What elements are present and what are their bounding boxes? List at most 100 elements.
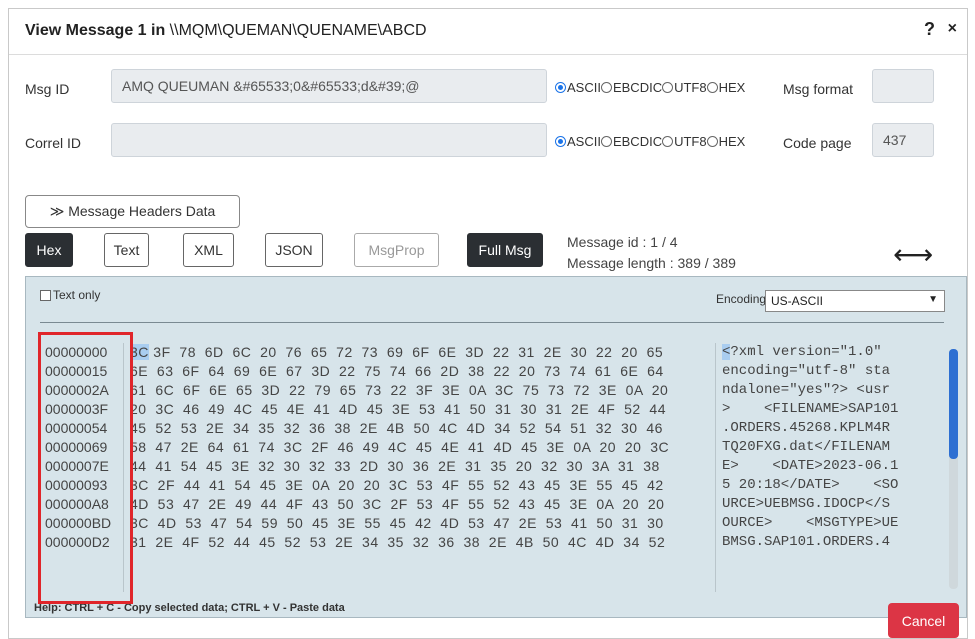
hex-row[interactable]: 61 6C 6F 6E 65 3D 22 79 65 73 22 3F 3E 0… <box>128 381 711 400</box>
help-text: Help: CTRL + C - Copy selected data; CTR… <box>34 602 345 614</box>
selected-byte[interactable]: 3C <box>130 344 149 360</box>
ascii-row[interactable]: 5 20:18</DATE> <SO <box>722 476 948 495</box>
msgprop-view-button[interactable]: MsgProp <box>354 233 439 267</box>
json-view-button[interactable]: JSON <box>265 233 323 267</box>
radio-ascii[interactable]: ASCII <box>555 80 601 95</box>
offset-row: 00000093 <box>45 477 108 493</box>
offset-column: 00000000 00000015 0000002A 0000003F 00000054… <box>41 343 124 592</box>
encoding-select[interactable]: US-ASCII ▼ <box>765 290 945 312</box>
offset-row: 00000000 <box>45 344 108 360</box>
ascii-row[interactable]: URCE>UEBMSG.IDOCP</S <box>722 495 948 514</box>
radio-hex[interactable]: HEX <box>706 80 746 95</box>
hex-row[interactable]: 4D 53 47 2E 49 44 4F 43 50 3C 2F 53 4F 5… <box>128 495 711 514</box>
hex-row-text: 3F 78 6D 6C 20 76 65 72 73 69 6F 6E 3D 2… <box>148 344 664 360</box>
msg-id-label: Msg ID <box>25 81 70 97</box>
dialog-title-prefix: View Message 1 in <box>25 22 170 39</box>
offset-row: 0000002A <box>45 382 109 398</box>
offset-row: 0000003F <box>45 401 109 417</box>
ascii-column[interactable]: <?xml version="1.0" encoding="utf-8" sta n… <box>715 343 948 592</box>
radio-ebcdic[interactable]: EBCDIC <box>600 80 663 95</box>
msg-id-encoding-radios: ASCII EBCDIC UTF8 HEX <box>555 80 745 95</box>
radio-label: EBCDIC <box>612 134 663 149</box>
radio-hex[interactable]: HEX <box>706 134 745 149</box>
radio-label: ASCII <box>567 134 601 149</box>
offset-row: 000000BD <box>45 515 112 531</box>
offset-row: 00000054 <box>45 420 108 436</box>
radio-utf8[interactable]: UTF8 <box>662 134 707 149</box>
message-headers-button[interactable]: ≫ Message Headers Data <box>25 195 240 228</box>
code-page-field[interactable]: 437 <box>872 123 934 157</box>
hex-row[interactable]: 45 52 53 2E 34 35 32 36 38 2E 4B 50 4C 4… <box>128 419 711 438</box>
hex-row[interactable]: 58 47 2E 64 61 74 3C 2F 46 49 4C 45 4E 4… <box>128 438 711 457</box>
scrollbar-thumb[interactable] <box>949 349 958 459</box>
ascii-row[interactable]: BMSG.SAP101.ORDERS.4 <box>722 533 948 552</box>
ascii-row[interactable]: ndalone="yes"?> <usr <box>722 381 948 400</box>
ascii-row[interactable]: OURCE> <MSGTYPE>UE <box>722 514 948 533</box>
ascii-row[interactable]: .ORDERS.45268.KPLM4R <box>722 419 948 438</box>
ascii-row[interactable]: > <FILENAME>SAP101 <box>722 400 948 419</box>
radio-label: UTF8 <box>674 134 707 149</box>
radio-label: HEX <box>718 80 746 95</box>
hex-row[interactable]: 3C 2F 44 41 54 45 3E 0A 20 20 3C 53 4F 5… <box>128 476 711 495</box>
hex-row[interactable]: 3C 3F 78 6D 6C 20 76 65 72 73 69 6F 6E 3… <box>128 343 711 362</box>
radio-icon <box>662 136 674 147</box>
hex-panel: Text only Encoding: US-ASCII ▼ 00000000 00… <box>25 276 967 618</box>
offset-row: 000000A8 <box>45 496 109 512</box>
radio-selected-icon <box>555 136 566 147</box>
hex-row[interactable]: 6E 63 6F 64 69 6E 67 3D 22 75 74 66 2D 3… <box>128 362 711 381</box>
radio-label: ASCII <box>567 80 601 95</box>
text-view-button[interactable]: Text <box>104 233 149 267</box>
radio-icon <box>662 82 674 93</box>
radio-label: UTF8 <box>674 80 707 95</box>
hex-row[interactable]: 20 3C 46 49 4C 45 4E 41 4D 45 3E 53 41 5… <box>128 400 711 419</box>
correl-id-label: Correl ID <box>25 135 82 151</box>
full-msg-button[interactable]: Full Msg <box>467 233 543 267</box>
hex-row[interactable]: 44 41 54 45 3E 32 30 32 33 2D 30 36 2E 3… <box>128 457 711 476</box>
text-only-label: Text only <box>53 288 101 302</box>
correl-id-field[interactable] <box>111 123 547 157</box>
message-id-text: Message id : 1 / 4 <box>567 234 678 250</box>
help-icon[interactable]: ? <box>924 19 935 40</box>
cancel-button[interactable]: Cancel <box>888 603 959 638</box>
radio-icon <box>706 136 718 147</box>
offset-row: 00000069 <box>45 439 108 455</box>
hex-row[interactable]: 3C 4D 53 47 54 59 50 45 3E 55 45 42 4D 5… <box>128 514 711 533</box>
dialog-title: View Message 1 in \\MQM\QUEMAN\QUENAME\A… <box>25 22 427 40</box>
code-page-label: Code page <box>783 135 852 151</box>
msg-format-label: Msg format <box>783 81 854 97</box>
close-icon[interactable]: × <box>948 20 957 38</box>
radio-ascii[interactable]: ASCII <box>555 134 601 149</box>
radio-icon <box>600 136 612 147</box>
ascii-row[interactable]: E> <DATE>2023-06.1 <box>722 457 948 476</box>
navigate-arrows-icon[interactable]: ⟷ <box>893 241 933 269</box>
hex-row[interactable]: 31 2E 4F 52 44 45 52 53 2E 34 35 32 36 3… <box>128 533 711 552</box>
ascii-row[interactable]: encoding="utf-8" sta <box>722 362 948 381</box>
message-length-text: Message length : 389 / 389 <box>567 255 736 271</box>
offset-row: 000000D2 <box>45 534 110 550</box>
encoding-select-value: US-ASCII <box>771 294 824 308</box>
hex-column[interactable]: 3C 3F 78 6D 6C 20 76 65 72 73 69 6F 6E 3… <box>128 343 711 592</box>
correl-id-encoding-radios: ASCII EBCDIC UTF8 HEX <box>555 134 745 149</box>
radio-ebcdic[interactable]: EBCDIC <box>600 134 663 149</box>
chevron-down-icon: ▼ <box>928 294 938 305</box>
hex-view-button[interactable]: Hex <box>25 233 73 267</box>
msg-id-field[interactable]: AMQ QUEUMAN &#65533;0&#65533;d&#39;@ <box>111 69 547 103</box>
message-info: Message id : 1 / 4 Message length : 389 … <box>567 232 736 274</box>
xml-view-button[interactable]: XML <box>183 233 234 267</box>
radio-icon <box>706 82 718 93</box>
view-message-dialog: View Message 1 in \\MQM\QUEMAN\QUENAME\A… <box>8 8 968 639</box>
ascii-row[interactable]: <?xml version="1.0" <box>722 343 948 362</box>
text-only-checkbox[interactable]: Text only <box>40 288 100 302</box>
vertical-scrollbar[interactable] <box>949 349 958 589</box>
radio-label: EBCDIC <box>612 80 663 95</box>
panel-divider <box>40 322 944 323</box>
msg-format-field[interactable] <box>872 69 934 103</box>
offset-row: 0000007E <box>45 458 109 474</box>
checkbox-icon <box>40 289 51 301</box>
hex-dump[interactable]: 00000000 00000015 0000002A 0000003F 00000054… <box>41 343 958 592</box>
radio-icon <box>600 82 612 93</box>
radio-utf8[interactable]: UTF8 <box>662 80 707 95</box>
ascii-row[interactable]: TQ20FXG.dat</FILENAM <box>722 438 948 457</box>
radio-selected-icon <box>555 82 566 93</box>
dialog-titlebar: View Message 1 in \\MQM\QUEMAN\QUENAME\A… <box>9 9 967 55</box>
